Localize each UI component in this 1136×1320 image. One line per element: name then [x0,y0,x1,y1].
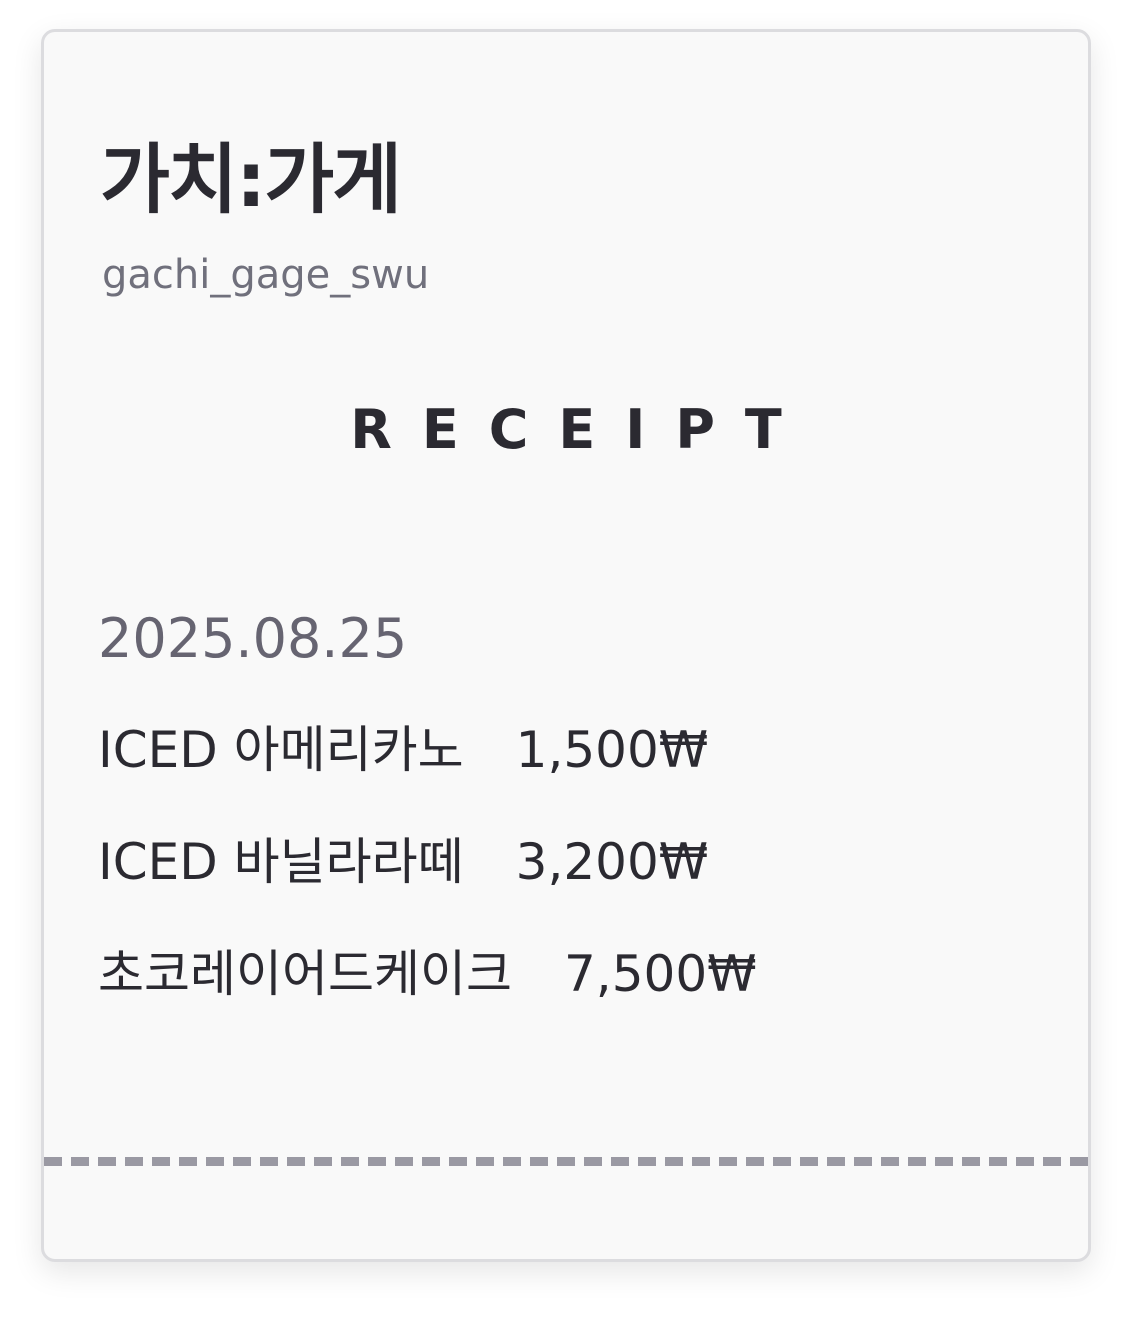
receipt-item: ICED 바닐라라떼 3,200₩ [98,830,757,942]
brand-handle: gachi_gage_swu [102,252,430,298]
item-name: 초코레이어드케이크 [98,945,512,1003]
receipt-item: ICED 아메리카노 1,500₩ [98,718,757,830]
receipt-item: 초코레이어드케이크 7,500₩ [98,942,757,1054]
brand-name: 가치:가게 [100,135,402,224]
receipt-card: 가치:가게 gachi_gage_swu RECEIPT 2025.08.25 … [41,29,1091,1262]
item-name: ICED 바닐라라떼 [98,833,464,891]
tear-line-divider [44,1157,1088,1166]
receipt-title: RECEIPT [350,398,812,461]
receipt-item-list: ICED 아메리카노 1,500₩ ICED 바닐라라떼 3,200₩ 초코레이어드… [98,718,757,1054]
receipt-date: 2025.08.25 [98,607,408,670]
item-price: 3,200₩ [515,833,709,891]
item-price: 7,500₩ [564,945,757,1003]
item-price: 1,500₩ [515,721,709,779]
item-name: ICED 아메리카노 [98,721,464,779]
